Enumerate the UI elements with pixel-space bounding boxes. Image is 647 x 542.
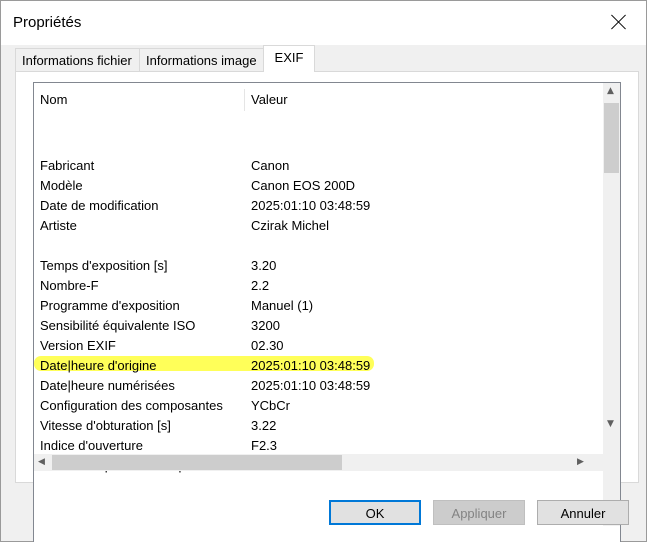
column-divider[interactable] — [244, 89, 245, 111]
row-value: 3200 — [251, 318, 280, 333]
row-value: 3.20 — [251, 258, 277, 273]
vertical-scrollbar[interactable]: ▲ ▼ — [603, 83, 620, 526]
table-row[interactable]: Nombre-F 2.2 — [34, 275, 594, 295]
table-row[interactable]: Fabricant Canon — [34, 155, 594, 175]
table-row[interactable]: Artiste Czirak Michel — [34, 215, 594, 235]
row-name: Nombre-F — [40, 278, 99, 293]
table-row[interactable]: Date de modification 2025:01:10 03:48:59 — [34, 195, 594, 215]
row-name: Modèle — [40, 178, 83, 193]
cancel-button[interactable]: Annuler — [537, 500, 629, 525]
list-header: Nom Valeur — [34, 83, 594, 111]
row-value: 2025:01:10 03:48:59 — [251, 378, 371, 393]
column-header-value[interactable]: Valeur — [251, 92, 288, 107]
vertical-scroll-thumb[interactable] — [604, 103, 619, 173]
row-name: Configuration des composantes — [40, 398, 223, 413]
title-bar: Propriétés — [1, 1, 646, 45]
tab-exif[interactable]: EXIF — [263, 45, 315, 72]
row-value: Manuel (1) — [251, 298, 314, 313]
exif-list[interactable]: Nom Valeur Fabricant Canon Modèle Canon EOS… — [33, 82, 621, 542]
row-name: Date|heure numérisées — [40, 378, 175, 393]
ok-button[interactable]: OK — [329, 500, 421, 525]
table-row[interactable]: Temps d'exposition [s] 3.20 — [34, 255, 594, 275]
row-name: Temps d'exposition [s] — [40, 258, 168, 273]
scroll-right-icon[interactable]: ▶ — [577, 457, 584, 467]
scroll-up-icon[interactable]: ▲ — [607, 86, 614, 96]
scroll-down-icon[interactable]: ▼ — [607, 419, 614, 429]
row-value: 2025:01:10 03:48:59 — [251, 358, 371, 373]
apply-button[interactable]: Appliquer — [433, 500, 525, 525]
row-name: Fabricant — [40, 158, 95, 173]
horizontal-scroll-thumb[interactable] — [52, 455, 342, 470]
scroll-left-icon[interactable]: ◀ — [38, 457, 45, 467]
row-value: 2025:01:10 03:48:59 — [251, 198, 371, 213]
table-row[interactable]: Indice d'ouverture F2.3 — [34, 435, 594, 455]
row-name: Date de modification — [40, 198, 159, 213]
table-row[interactable]: Programme d'exposition Manuel (1) — [34, 295, 594, 315]
row-value: YCbCr — [251, 398, 291, 413]
close-icon[interactable] — [606, 10, 632, 36]
table-row[interactable] — [34, 235, 594, 255]
row-name: Programme d'exposition — [40, 298, 180, 313]
table-row[interactable]: Date|heure d'origine 2025:01:10 03:48:59 — [34, 355, 594, 375]
row-name: Sensibilité équivalente ISO — [40, 318, 196, 333]
row-value: Czirak Michel — [251, 218, 330, 233]
row-value: F2.3 — [251, 438, 278, 453]
row-value: Canon — [251, 158, 290, 173]
table-row[interactable]: Modèle Canon EOS 200D — [34, 175, 594, 195]
row-name: Date|heure d'origine — [40, 358, 157, 373]
row-value: 3.22 — [251, 418, 277, 433]
properties-dialog: Propriétés Informations fichier Informat… — [0, 0, 647, 542]
row-name: Version EXIF — [40, 338, 116, 353]
tab-informations-image[interactable]: Informations image — [139, 48, 264, 72]
row-name: Artiste — [40, 218, 77, 233]
row-value: 2.2 — [251, 278, 270, 293]
row-value: Canon EOS 200D — [251, 178, 356, 193]
row-name: Vitesse d'obturation [s] — [40, 418, 171, 433]
table-row[interactable]: Vitesse d'obturation [s] 3.22 — [34, 415, 594, 435]
window-title: Propriétés — [13, 14, 82, 31]
row-value: 02.30 — [251, 338, 284, 353]
horizontal-scrollbar[interactable]: ◀ ▶ — [34, 454, 605, 471]
table-row[interactable]: Configuration des composantes YCbCr — [34, 395, 594, 415]
table-row[interactable]: Sensibilité équivalente ISO 3200 — [34, 315, 594, 335]
table-row[interactable]: Version EXIF 02.30 — [34, 335, 594, 355]
table-row[interactable]: Date|heure numérisées 2025:01:10 03:48:59 — [34, 375, 594, 395]
tab-informations-fichier[interactable]: Informations fichier — [15, 48, 140, 72]
column-header-name[interactable]: Nom — [40, 92, 67, 107]
row-name: Indice d'ouverture — [40, 438, 143, 453]
table-row[interactable] — [34, 135, 594, 155]
